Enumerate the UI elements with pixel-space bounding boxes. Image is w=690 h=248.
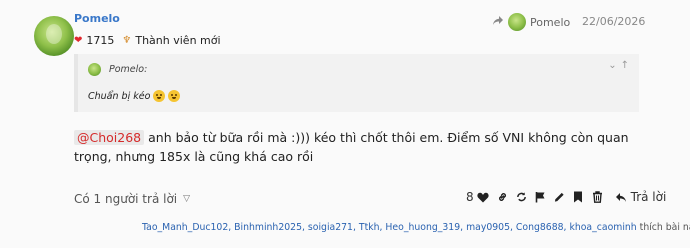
liker-link[interactable]: may0905 [466, 222, 510, 233]
post-text: anh bảo từ bữa rồi mà :))) kéo thì chốt … [74, 130, 629, 164]
reply-to-avatar [508, 13, 526, 31]
liker-link[interactable]: khoa_caominh [569, 222, 636, 233]
heart-icon [477, 192, 489, 202]
replies-label: Có 1 người trả lời [74, 192, 178, 206]
repost-icon[interactable] [516, 190, 527, 204]
link-icon[interactable] [497, 190, 508, 204]
chevron-down-icon[interactable]: ⌄ [608, 60, 616, 71]
reply-label: Trả lời [630, 190, 667, 204]
liker-link[interactable]: soigia271 [308, 222, 353, 233]
heart-icon: ❤ [74, 35, 83, 46]
delete-icon[interactable] [592, 190, 603, 204]
liker-link[interactable]: Binhminh2025 [234, 222, 302, 233]
quote-avatar [88, 63, 101, 76]
quote-block: Pomelo: ⌄ ↑ Chuẩn bị kéo [74, 54, 639, 112]
liker-link[interactable]: Heo_huong_319 [385, 222, 460, 233]
post-date[interactable]: 22/06/2026 [582, 15, 645, 28]
post-actions: 8 Trả lời [466, 190, 666, 204]
likers-list: Tao_Manh_Duc102, Binhminh2025, soigia271… [142, 222, 690, 233]
user-rank: Thành viên mới [135, 34, 221, 47]
reply-icon [615, 192, 626, 202]
bookmark-icon[interactable] [573, 190, 584, 204]
quote-controls: ⌄ ↑ [608, 60, 629, 71]
quote-header: Pomelo: [88, 63, 147, 76]
chevron-down-icon: ▽ [183, 194, 191, 204]
likers-suffix: thích bài này [639, 222, 690, 233]
reply-button[interactable]: Trả lời [615, 190, 667, 204]
chevron-up-icon[interactable]: ↑ [621, 60, 629, 71]
liker-link[interactable]: Ttkh [359, 222, 380, 233]
like-button[interactable]: 8 [466, 190, 489, 204]
trophy-icon: ♆ [122, 35, 132, 46]
reply-to-link[interactable]: Pomelo [492, 13, 570, 31]
flag-icon[interactable] [535, 190, 546, 204]
quote-body: Chuẩn bị kéo [88, 90, 181, 102]
edit-icon[interactable] [554, 190, 565, 204]
liker-link[interactable]: Tao_Manh_Duc102 [142, 222, 228, 233]
like-count: 8 [466, 190, 474, 204]
smirk-emoji-icon [168, 90, 181, 102]
quote-text: Chuẩn bị kéo [88, 90, 151, 102]
user-meta: ❤ 1715 ♆ Thành viên mới [74, 34, 221, 47]
smirk-emoji-icon [153, 90, 166, 102]
liker-link[interactable]: Cong8688 [516, 222, 564, 233]
quote-author: Pomelo: [109, 64, 148, 75]
user-likes-count: 1715 [86, 34, 115, 47]
replies-toggle[interactable]: Có 1 người trả lời ▽ [74, 192, 190, 206]
share-icon [492, 15, 504, 29]
user-avatar[interactable] [34, 16, 74, 56]
username[interactable]: Pomelo [74, 12, 120, 25]
mention-link[interactable]: @Choi268 [74, 130, 145, 145]
reply-to-username[interactable]: Pomelo [530, 16, 570, 29]
post-body: @Choi268 anh bảo từ bữa rồi mà :))) kéo … [74, 128, 644, 166]
